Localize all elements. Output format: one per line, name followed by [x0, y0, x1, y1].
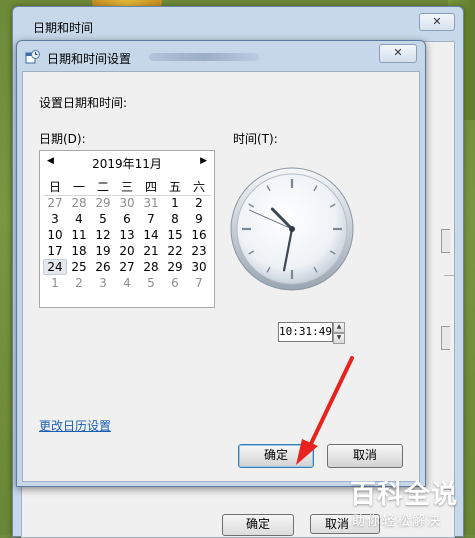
calendar-day[interactable]: 7: [139, 211, 163, 227]
weekday-header: 六: [192, 180, 205, 194]
calendar-day[interactable]: 15: [163, 227, 187, 243]
weekday-header: 四: [144, 180, 157, 194]
analog-clock: [230, 167, 354, 291]
outer-separator: [444, 275, 454, 276]
calendar-day[interactable]: 29: [91, 195, 115, 211]
red-arrow-annotation: [296, 356, 354, 465]
outer-window-title: 日期和时间: [33, 21, 94, 35]
calendar-day[interactable]: 23: [187, 243, 211, 259]
date-time-icon: [25, 50, 40, 64]
calendar-day[interactable]: 7: [187, 275, 211, 291]
calendar-month-label[interactable]: 2019年11月: [40, 155, 214, 172]
calendar-day[interactable]: 21: [139, 243, 163, 259]
calendar-day[interactable]: 6: [115, 211, 139, 227]
calendar-day[interactable]: 5: [139, 275, 163, 291]
calendar-day[interactable]: 3: [43, 211, 67, 227]
outer-partial-button-2[interactable]: [441, 326, 450, 350]
dialog-client-area: 设置日期和时间: 日期(D): 时间(T): ◀ 2019年11月 ▶ 日一二三…: [22, 71, 420, 482]
calendar-day[interactable]: 28: [67, 195, 91, 211]
dialog-title: 日期和时间设置: [47, 52, 132, 66]
calendar-day[interactable]: 9: [187, 211, 211, 227]
calendar-day[interactable]: 17: [43, 243, 67, 259]
weekday-header: 五: [168, 180, 181, 194]
watermark-subtitle: 助你轻松解决: [352, 514, 443, 529]
calendar-day[interactable]: 4: [115, 275, 139, 291]
date-label: 日期(D):: [39, 132, 86, 146]
clock-center: [289, 226, 295, 232]
calendar-day[interactable]: 27: [43, 195, 67, 211]
change-calendar-settings-link[interactable]: 更改日历设置: [39, 417, 111, 434]
calendar-day[interactable]: 13: [115, 227, 139, 243]
calendar-day-selected[interactable]: 24: [43, 259, 67, 275]
title-bar-blur: [149, 53, 259, 61]
calendar-day[interactable]: 1: [43, 275, 67, 291]
calendar-day[interactable]: 3: [91, 275, 115, 291]
watermark-logo: 百科全说 助你轻松解决: [340, 470, 475, 535]
watermark-title: 百科全说: [350, 480, 459, 510]
calendar-day[interactable]: 12: [91, 227, 115, 243]
time-input[interactable]: 10:31:49: [278, 322, 333, 342]
calendar-day[interactable]: 10: [43, 227, 67, 243]
calendar-day[interactable]: 29: [163, 259, 187, 275]
calendar-day[interactable]: 18: [67, 243, 91, 259]
calendar-day[interactable]: 11: [67, 227, 91, 243]
calendar-control[interactable]: ◀ 2019年11月 ▶ 日一二三四五六 27 28 29 30 31 1 2 3 4 5 6 7 8 9 1…: [39, 150, 215, 308]
calendar-day[interactable]: 8: [163, 211, 187, 227]
spin-up-icon[interactable]: ▲: [333, 322, 345, 333]
next-month-icon[interactable]: ▶: [200, 156, 207, 166]
calendar-day[interactable]: 4: [67, 211, 91, 227]
weekday-header: 一: [72, 180, 85, 194]
outer-ok-button[interactable]: 确定: [222, 514, 294, 536]
set-date-time-heading: 设置日期和时间:: [39, 96, 128, 110]
calendar-day[interactable]: 30: [187, 259, 211, 275]
spin-down-icon[interactable]: ▼: [333, 333, 345, 344]
calendar-day[interactable]: 28: [139, 259, 163, 275]
weekday-header: 三: [120, 180, 133, 194]
calendar-day[interactable]: 1: [163, 195, 187, 211]
calendar-day[interactable]: 27: [115, 259, 139, 275]
calendar-day[interactable]: 2: [67, 275, 91, 291]
time-spinner[interactable]: ▲ ▼: [333, 322, 345, 344]
calendar-day[interactable]: 16: [187, 227, 211, 243]
dialog-close-button[interactable]: ✕: [379, 44, 417, 63]
calendar-day[interactable]: 26: [91, 259, 115, 275]
weekday-header: 二: [96, 180, 109, 194]
calendar-day[interactable]: 22: [163, 243, 187, 259]
calendar-day[interactable]: 14: [139, 227, 163, 243]
outer-partial-button[interactable]: [441, 229, 450, 253]
calendar-day[interactable]: 2: [187, 195, 211, 211]
calendar-day[interactable]: 19: [91, 243, 115, 259]
calendar-day[interactable]: 31: [139, 195, 163, 211]
time-label: 时间(T):: [233, 132, 278, 146]
calendar-day[interactable]: 30: [115, 195, 139, 211]
calendar-day[interactable]: 6: [163, 275, 187, 291]
calendar-day[interactable]: 25: [67, 259, 91, 275]
calendar-day[interactable]: 5: [91, 211, 115, 227]
calendar-day-grid: 日一二三四五六 27 28 29 30 31 1 2 3 4 5 6 7 8 9 10 11 12 13 14 15 16…: [43, 179, 211, 291]
calendar-day[interactable]: 20: [115, 243, 139, 259]
outer-close-button[interactable]: ✕: [419, 13, 455, 31]
date-time-settings-dialog: 日期和时间设置 ✕ 设置日期和时间: 日期(D): 时间(T): ◀ 2019年…: [16, 40, 426, 487]
weekday-header: 日: [48, 180, 61, 194]
